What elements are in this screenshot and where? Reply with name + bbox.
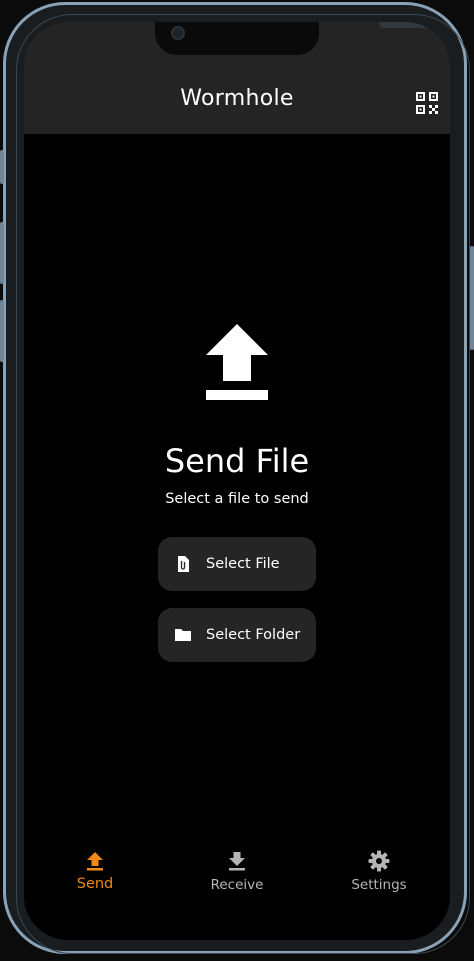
folder-icon [174,626,192,644]
gear-icon [368,850,390,872]
notch [155,22,450,55]
app-screen: Wormhole Send File Select a file to send… [24,22,450,940]
nav-send-label: Send [76,876,114,892]
app-title: Wormhole [180,86,294,111]
earpiece [379,22,450,28]
attach-file-icon [174,555,192,573]
nav-receive-label: Receive [210,877,264,893]
download-icon [226,850,248,872]
mute-switch [0,150,4,184]
nav-item-settings[interactable]: Settings [324,842,434,902]
send-subtitle: Select a file to send [165,491,309,507]
bottom-navigation: Send Receive Settings [24,842,450,902]
qr-code-scanner-icon[interactable] [416,92,438,114]
select-file-label: Select File [206,556,280,572]
nav-item-send[interactable]: Send [40,842,150,902]
front-camera [171,26,185,40]
nav-item-receive[interactable]: Receive [182,842,292,902]
select-folder-label: Select Folder [206,627,301,643]
upload-icon [206,324,268,400]
send-title: Send File [164,442,310,480]
select-file-button[interactable]: Select File [158,537,316,591]
upload-icon [84,850,106,872]
power-button [470,246,474,350]
volume-up-button [0,222,4,284]
volume-down-button [0,300,4,362]
select-folder-button[interactable]: Select Folder [158,608,316,662]
nav-settings-label: Settings [351,877,407,893]
